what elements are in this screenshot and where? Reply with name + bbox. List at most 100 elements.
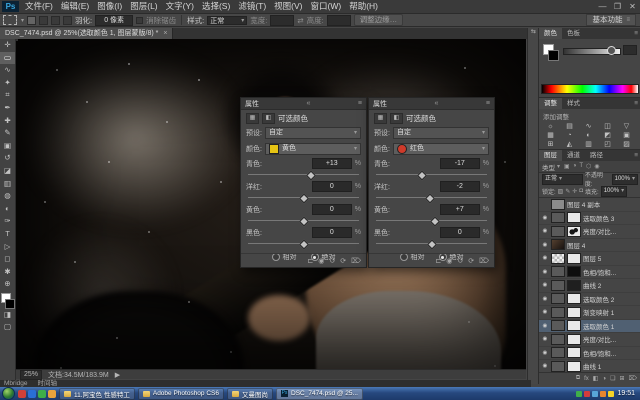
layer-name[interactable]: 曲线 2: [583, 280, 601, 290]
marquee-tool-icon[interactable]: [3, 15, 17, 25]
quick-launch-icon[interactable]: [38, 389, 46, 398]
zoom-level-input[interactable]: 25%: [20, 369, 43, 380]
adjustment-icon[interactable]: ▤: [560, 122, 579, 131]
layers-footer-icon[interactable]: ⊞: [619, 375, 624, 382]
slider-thumb[interactable]: [298, 239, 309, 250]
workspace-switcher[interactable]: 基本功能 ≡: [586, 14, 636, 26]
layer-name[interactable]: 亮度/对比...: [583, 226, 616, 236]
slider-track[interactable]: [248, 216, 359, 227]
slider-track[interactable]: [376, 239, 487, 250]
menu-item[interactable]: 选择(S): [198, 0, 234, 13]
taskbar-button-photoshop[interactable]: Ps DSC_7474.psd @ 25...: [276, 387, 363, 400]
adjustment-icon[interactable]: ▽: [617, 122, 636, 131]
adjustment-icon[interactable]: ▣: [617, 131, 636, 140]
layer-thumbnail[interactable]: [551, 212, 565, 224]
tool-button[interactable]: ✎: [0, 127, 15, 140]
panel-menu-icon[interactable]: ≡: [354, 100, 362, 107]
tool-button[interactable]: ✱: [0, 266, 15, 279]
layer-name[interactable]: 图层 5: [583, 253, 601, 263]
adjustment-icon[interactable]: ▦: [541, 131, 560, 140]
layer-filter-icon[interactable]: ⬡: [586, 163, 591, 170]
color-select[interactable]: 黄色 ▾: [264, 143, 361, 155]
slider-value-input[interactable]: 0: [311, 227, 352, 238]
layer-row[interactable]: ◉ 选取颜色 1: [539, 319, 640, 333]
menu-item[interactable]: 编辑(E): [57, 0, 93, 13]
reset-icon[interactable]: ⟳: [340, 257, 346, 265]
tool-button[interactable]: ✦: [0, 77, 15, 90]
tray-icon[interactable]: [584, 390, 591, 397]
panel-title-bar[interactable]: 属性 « ≡: [241, 98, 366, 110]
tool-button[interactable]: ✑: [0, 215, 15, 228]
adjustment-icon[interactable]: ◭: [560, 140, 579, 149]
layer-thumbnail[interactable]: [551, 347, 565, 359]
layer-visibility-eye-icon[interactable]: ◉: [541, 242, 549, 248]
slider-thumb[interactable]: [298, 216, 309, 227]
slider-thumb[interactable]: [425, 193, 436, 204]
layer-mask-thumbnail[interactable]: [567, 252, 581, 264]
layer-row[interactable]: ◉ 渐变映射 1: [539, 306, 640, 320]
layer-row[interactable]: ◉ 图层 4: [539, 239, 640, 252]
panel-menu-icon[interactable]: ≡: [634, 98, 640, 109]
tool-button[interactable]: ✛: [0, 39, 15, 52]
layer-visibility-eye-icon[interactable]: ◉: [541, 282, 549, 288]
slider-value-input[interactable]: +7: [439, 204, 480, 215]
menu-item[interactable]: 文件(F): [21, 0, 57, 13]
taskbar-button[interactable]: Adobe Photoshop CS6: [137, 387, 224, 400]
restore-button[interactable]: ❐: [610, 1, 625, 13]
clip-to-layer-icon[interactable]: ⊏: [307, 257, 313, 265]
delete-adjustment-icon[interactable]: ⌦: [479, 257, 489, 265]
color-value-box[interactable]: [623, 45, 637, 55]
slider-value-input[interactable]: 0: [439, 227, 480, 238]
layer-mask-thumbnail[interactable]: [567, 212, 581, 224]
menu-item[interactable]: 文字(Y): [162, 0, 198, 13]
tab-channels[interactable]: 通道: [562, 150, 585, 161]
tray-icon[interactable]: [592, 390, 599, 397]
mask-icon[interactable]: ◧: [390, 113, 403, 124]
chevron-down-icon[interactable]: ▾: [21, 17, 24, 24]
tool-button[interactable]: ▭: [0, 51, 15, 65]
selection-add-icon[interactable]: [39, 15, 49, 25]
layer-name[interactable]: 图层 4 副本: [567, 199, 600, 209]
layer-visibility-eye-icon[interactable]: ◉: [541, 269, 549, 275]
antialias-checkbox[interactable]: [136, 16, 144, 24]
layer-thumbnail[interactable]: [551, 306, 565, 318]
visibility-icon[interactable]: ◉: [446, 257, 452, 265]
layer-row[interactable]: ◉ 色相/饱和...: [539, 266, 640, 279]
menu-item[interactable]: 滤镜(T): [234, 0, 270, 13]
layer-row[interactable]: ◉ 选取颜色 3: [539, 212, 640, 225]
tab-styles[interactable]: 样式: [562, 98, 585, 109]
view-previous-icon[interactable]: ↺: [457, 257, 463, 265]
start-button[interactable]: [2, 387, 15, 400]
layer-thumbnail[interactable]: [551, 225, 565, 237]
layers-footer-icon[interactable]: ❏: [610, 375, 615, 382]
tool-button[interactable]: ◪: [0, 165, 15, 178]
tool-button[interactable]: ∿: [0, 64, 15, 77]
layers-footer-icon[interactable]: ◑: [602, 376, 606, 382]
color-spectrum-ramp[interactable]: [541, 84, 639, 94]
lock-icon[interactable]: ✛: [572, 188, 577, 195]
quick-mask-button[interactable]: ◨: [0, 309, 15, 322]
layer-name[interactable]: 选取颜色 2: [583, 294, 614, 304]
selection-new-icon[interactable]: [27, 15, 37, 25]
panel-menu-icon[interactable]: ≡: [634, 150, 640, 161]
screen-mode-button[interactable]: ▢: [0, 321, 15, 334]
tab-paths[interactable]: 路径: [585, 150, 608, 161]
menu-item[interactable]: 图层(L): [126, 0, 161, 13]
layer-name[interactable]: 选取颜色 1: [583, 321, 614, 331]
layers-footer-icon[interactable]: ◧: [593, 375, 599, 382]
layer-mask-thumbnail[interactable]: [567, 225, 581, 237]
layer-visibility-eye-icon[interactable]: ◉: [541, 323, 549, 329]
quick-launch-icon[interactable]: [18, 389, 26, 398]
layer-visibility-eye-icon[interactable]: ◉: [541, 255, 549, 261]
layer-name[interactable]: 选取颜色 3: [583, 213, 614, 223]
adjustment-icon[interactable]: ▥: [579, 140, 598, 149]
layer-visibility-eye-icon[interactable]: ◉: [541, 215, 549, 221]
tool-button[interactable]: ◐: [0, 203, 15, 216]
layer-mask-thumbnail[interactable]: [567, 306, 581, 318]
layer-thumbnail[interactable]: [551, 198, 565, 210]
layer-thumbnail[interactable]: [551, 320, 565, 332]
menu-item[interactable]: 视图(V): [270, 0, 306, 13]
tool-button[interactable]: ◍: [0, 190, 15, 203]
slider-value-input[interactable]: 0: [311, 204, 352, 215]
tab-timeline[interactable]: 时间轴: [37, 380, 57, 387]
